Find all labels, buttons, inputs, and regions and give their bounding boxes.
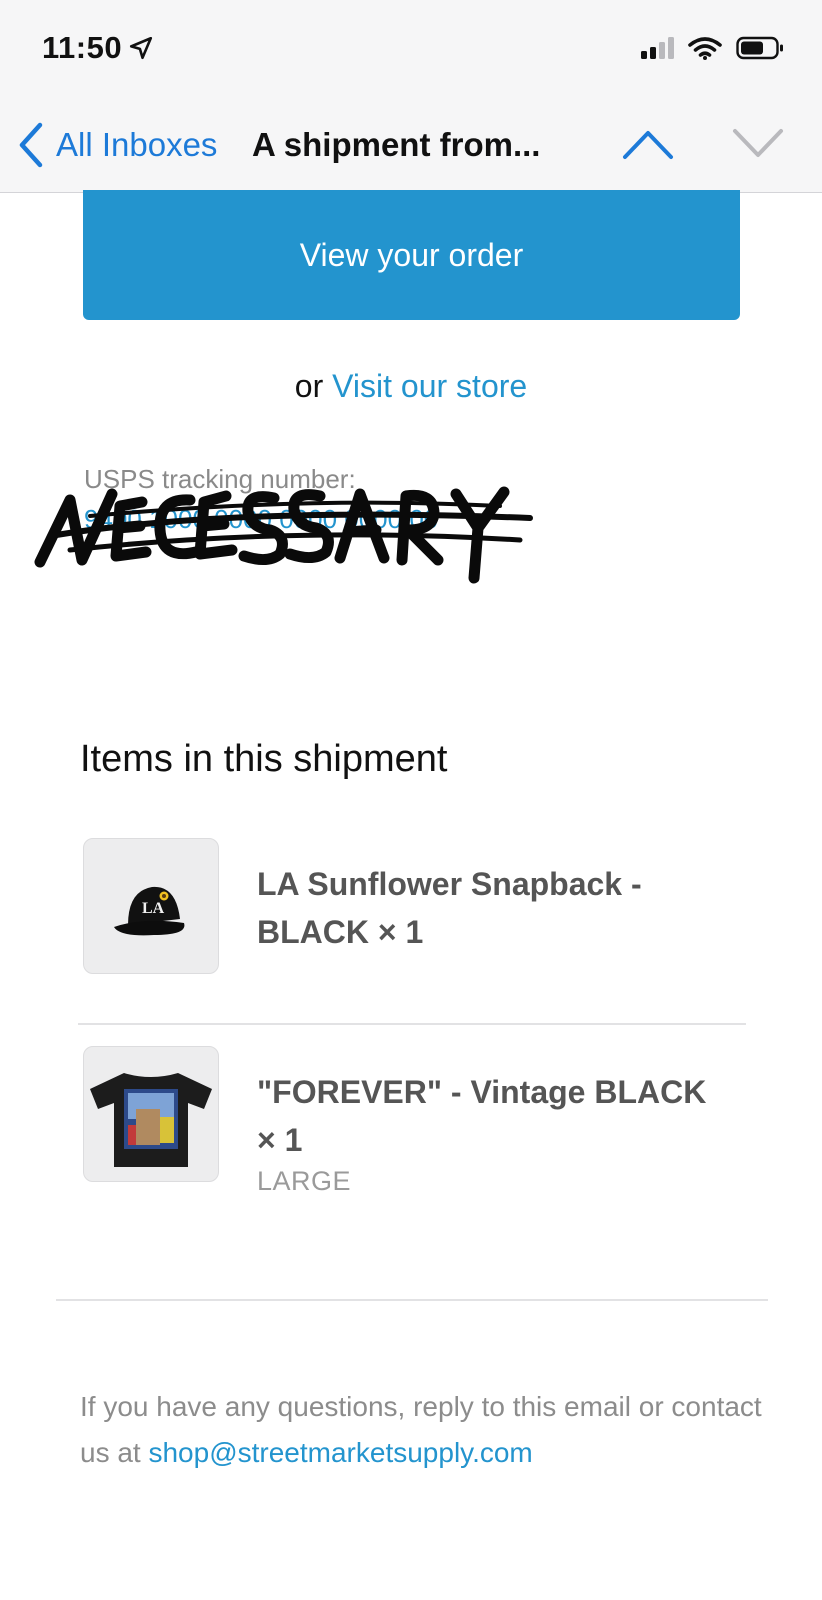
back-button[interactable]: All Inboxes xyxy=(18,122,217,168)
redaction-scribble xyxy=(34,486,533,584)
chevron-down-icon xyxy=(733,129,783,157)
status-icons xyxy=(641,36,784,60)
graphic-tshirt-icon xyxy=(90,1073,212,1167)
location-arrow-icon xyxy=(130,36,153,60)
next-message-button[interactable] xyxy=(732,128,784,165)
email-subject-title: A shipment from... xyxy=(252,126,541,163)
visit-store-link[interactable]: Visit our store xyxy=(332,368,527,404)
item-variant: LARGE xyxy=(257,1166,352,1196)
status-time-label: 11:50 xyxy=(42,30,123,65)
item-title: "FOREVER" - Vintage BLACK × 1 xyxy=(257,1074,707,1158)
item-title: LA Sunflower Snapback - BLACK × 1 xyxy=(257,866,642,950)
chevron-up-icon xyxy=(623,131,673,159)
snapback-cap-icon: LA xyxy=(114,886,185,936)
list-item[interactable]: "FOREVER" - Vintage BLACK × 1 LARGE xyxy=(83,1046,743,1196)
visit-prefix: or xyxy=(294,368,324,404)
section-divider xyxy=(56,1299,768,1301)
view-order-label: View your order xyxy=(299,236,524,273)
cellular-signal-icon xyxy=(641,37,674,59)
svg-text:LA: LA xyxy=(142,900,165,917)
product-thumbnail xyxy=(83,1046,219,1182)
contact-email-link[interactable]: shop@streetmarketsupply.com xyxy=(148,1437,532,1468)
chevron-left-icon xyxy=(19,122,43,168)
mail-header: 11:50 All Inboxes A shipment from... xyxy=(0,0,822,193)
footer-note: If you have any questions, reply to this… xyxy=(80,1384,780,1476)
previous-message-button[interactable] xyxy=(622,128,674,165)
product-thumbnail: LA xyxy=(83,838,219,974)
status-time: 11:50 xyxy=(42,30,154,66)
nav-row: All Inboxes A shipment from... xyxy=(0,118,822,174)
items-heading: Items in this shipment xyxy=(80,738,448,780)
back-button-label: All Inboxes xyxy=(56,126,218,163)
item-divider xyxy=(78,1023,746,1025)
visit-store-line: or Visit our store xyxy=(0,368,822,405)
battery-icon xyxy=(736,36,783,60)
list-item[interactable]: LA LA Sunflower Snapback - BLACK × 1 xyxy=(83,838,743,978)
wifi-icon xyxy=(688,37,722,60)
view-order-button[interactable]: View your order xyxy=(83,190,740,320)
